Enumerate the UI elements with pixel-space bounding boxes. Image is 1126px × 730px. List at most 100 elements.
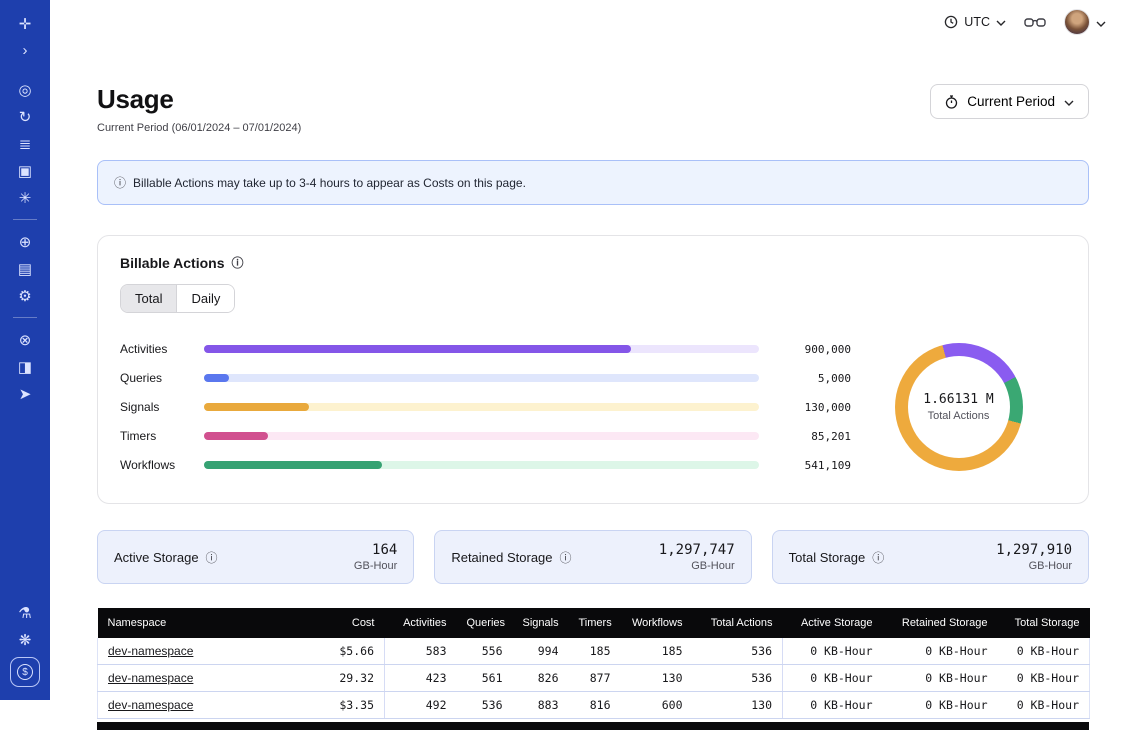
cell-signals: 883 [513, 692, 569, 719]
cell-total-storage: 0 KB-Hour [998, 665, 1090, 692]
info-icon[interactable]: ⓘ [872, 549, 884, 566]
user-menu[interactable] [1064, 9, 1106, 35]
bar-track [204, 432, 759, 440]
storage-value: 1,297,747 GB-Hour [659, 542, 735, 572]
namespace-link[interactable]: dev-namespace [108, 698, 193, 712]
storage-unit: GB-Hour [354, 560, 397, 572]
column-header-cost[interactable]: Cost [310, 608, 385, 638]
donut-wrap: 1.66131 M Total Actions [851, 343, 1066, 471]
sparkle-icon[interactable]: ❋ [10, 627, 40, 652]
cell-active-storage: 0 KB-Hour [783, 638, 883, 665]
bar-label: Timers [120, 429, 192, 443]
cell-queries: 556 [457, 638, 513, 665]
cell-activities: 583 [385, 638, 457, 665]
cell-active-storage: 0 KB-Hour [783, 665, 883, 692]
cell-cost: $5.66 [310, 638, 385, 665]
column-header-timers[interactable]: Timers [569, 608, 621, 638]
page-title: Usage [97, 84, 301, 115]
table-row: dev-namespace29.324235618268771305360 KB… [98, 665, 1090, 692]
bar-track [204, 403, 759, 411]
temporal-logo-icon[interactable]: ✛ [10, 11, 40, 36]
bar-track [204, 461, 759, 469]
namespaces-icon[interactable]: ◎ [10, 77, 40, 102]
column-header-total-actions[interactable]: Total Actions [693, 608, 783, 638]
cell-activities: 492 [385, 692, 457, 719]
bar-track [204, 374, 759, 382]
column-header-signals[interactable]: Signals [513, 608, 569, 638]
stopwatch-icon [945, 95, 958, 109]
chevron-down-icon [996, 15, 1006, 29]
bar-fill [204, 403, 309, 411]
storage-value: 1,297,910 GB-Hour [996, 542, 1072, 572]
timezone-dropdown[interactable]: UTC [944, 15, 1006, 29]
sidebar-section: ⊗◨➤ [10, 326, 40, 407]
glasses-icon[interactable] [1024, 16, 1046, 28]
clock-icon [944, 15, 958, 29]
bar-value: 85,201 [771, 430, 851, 443]
cell-retained-storage: 0 KB-Hour [883, 665, 998, 692]
bar-fill [204, 461, 382, 469]
period-selector-button[interactable]: Current Period [930, 84, 1089, 119]
storage-number: 164 [354, 542, 397, 558]
topbar: UTC [50, 0, 1126, 44]
namespace-link[interactable]: dev-namespace [108, 671, 193, 685]
table-next-section-partial [97, 722, 1089, 730]
storage-cards: Active Storageⓘ164GB-HourRetained Storag… [97, 530, 1089, 584]
sidebar-divider [13, 219, 37, 220]
cell-total-storage: 0 KB-Hour [998, 638, 1090, 665]
usage-dollar-icon[interactable]: $ [10, 657, 40, 687]
history-icon[interactable]: ↻ [10, 104, 40, 129]
tab-total[interactable]: Total [121, 285, 176, 312]
package-icon[interactable]: ▣ [10, 158, 40, 183]
bar-fill [204, 345, 631, 353]
cell-total-actions: 130 [693, 692, 783, 719]
bar-label: Signals [120, 400, 192, 414]
column-header-workflows[interactable]: Workflows [621, 608, 693, 638]
sidebar-section: ⊕▤⚙ [10, 228, 40, 309]
settings-gear-icon[interactable]: ⚙ [10, 283, 40, 308]
layers-icon[interactable]: ≣ [10, 131, 40, 156]
sidebar-top: ✛› ◎↻≣▣✳ ⊕▤⚙ ⊗◨➤ [10, 10, 40, 407]
storage-unit: GB-Hour [659, 560, 735, 572]
column-header-queries[interactable]: Queries [457, 608, 513, 638]
tab-daily[interactable]: Daily [176, 285, 234, 312]
world-icon[interactable]: ⊕ [10, 229, 40, 254]
page-subtitle: Current Period (06/01/2024 – 07/01/2024) [97, 122, 301, 134]
expand-chevron-icon[interactable]: › [10, 38, 40, 63]
column-header-namespace[interactable]: Namespace [98, 608, 310, 638]
bar-chart: Activities900,000Queries5,000Signals130,… [120, 327, 851, 487]
bar-label: Activities [120, 342, 192, 356]
billable-actions-card: Billable Actions ⓘ Total Daily Activitie… [97, 235, 1089, 504]
bar-row: Timers 85,201 [120, 429, 851, 443]
billing-card-icon[interactable]: ▤ [10, 256, 40, 281]
column-header-active-storage[interactable]: Active Storage [783, 608, 883, 638]
docs-icon[interactable]: ◨ [10, 354, 40, 379]
info-icon[interactable]: ⓘ [206, 549, 218, 566]
cell-workflows: 600 [621, 692, 693, 719]
storage-unit: GB-Hour [996, 560, 1072, 572]
column-header-total-storage[interactable]: Total Storage [998, 608, 1090, 638]
info-icon[interactable]: ⓘ [232, 254, 244, 271]
lab-flask-icon[interactable]: ⚗ [10, 600, 40, 625]
column-header-activities[interactable]: Activities [385, 608, 457, 638]
namespace-link[interactable]: dev-namespace [108, 644, 193, 658]
bar-track [204, 345, 759, 353]
sidebar-section: ◎↻≣▣✳ [10, 76, 40, 211]
storage-label: Active Storageⓘ [114, 549, 218, 566]
cell-timers: 816 [569, 692, 621, 719]
bar-value: 130,000 [771, 401, 851, 414]
schedules-icon[interactable]: ✳ [10, 185, 40, 210]
storage-number: 1,297,910 [996, 542, 1072, 558]
donut-chart: 1.66131 M Total Actions [895, 343, 1023, 471]
cell-workflows: 130 [621, 665, 693, 692]
circle-x-icon[interactable]: ⊗ [10, 327, 40, 352]
bar-label: Workflows [120, 458, 192, 472]
donut-center: 1.66131 M Total Actions [895, 343, 1023, 471]
storage-card: Retained Storageⓘ1,297,747GB-Hour [434, 530, 751, 584]
rocket-icon[interactable]: ➤ [10, 381, 40, 406]
bar-row: Workflows541,109 [120, 458, 851, 472]
storage-card: Total Storageⓘ1,297,910GB-Hour [772, 530, 1089, 584]
column-header-retained-storage[interactable]: Retained Storage [883, 608, 998, 638]
info-icon[interactable]: ⓘ [560, 549, 572, 566]
storage-number: 1,297,747 [659, 542, 735, 558]
